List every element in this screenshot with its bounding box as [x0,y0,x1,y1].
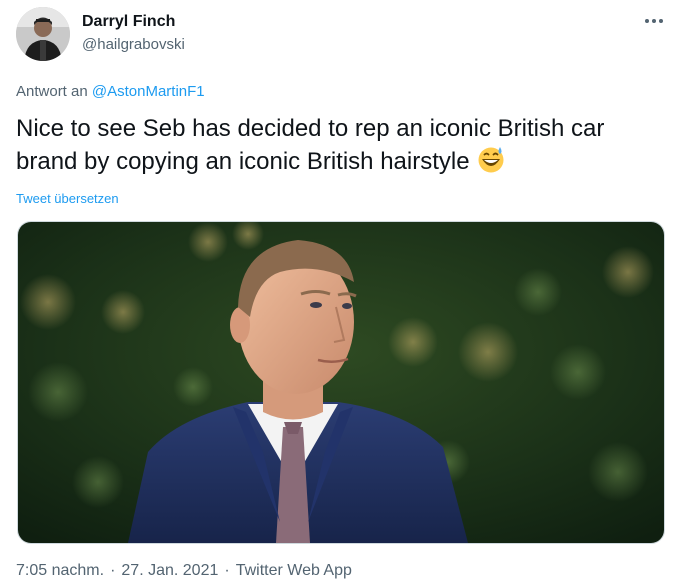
reply-context: Antwort an @AstonMartinF1 [16,83,205,100]
author-handle[interactable]: @hailgrabovski [82,36,185,53]
tweet-date[interactable]: 27. Jan. 2021 [121,562,218,579]
reply-mention-link[interactable]: @AstonMartinF1 [92,83,205,100]
author-name[interactable]: Darryl Finch [82,13,175,31]
tweet-photo[interactable] [17,221,665,544]
tweet-meta: 7:05 nachm. · 27. Jan. 2021 · Twitter Web Ap… [16,562,352,580]
avatar[interactable] [16,7,70,61]
tweet-text-content: Nice to see Seb has decided to rep an ic… [16,115,605,175]
tweet-time[interactable]: 7:05 nachm. [16,562,104,579]
separator-dot: · [110,562,116,579]
tweet-source-link[interactable]: Twitter Web App [236,562,352,579]
reply-prefix: Antwort an [16,83,88,100]
tweet: Darryl Finch @hailgrabovski Antwort an @… [0,0,680,586]
more-options-button[interactable] [640,10,668,32]
more-horizontal-icon [645,19,663,23]
tweet-text: Nice to see Seb has decided to rep an ic… [16,112,666,178]
grinning-face-with-sweat-icon [476,145,506,173]
translate-tweet-link[interactable]: Tweet übersetzen [16,191,119,206]
avatar-photo [16,7,70,61]
photo-image [18,222,664,543]
separator-dot: · [224,562,230,579]
